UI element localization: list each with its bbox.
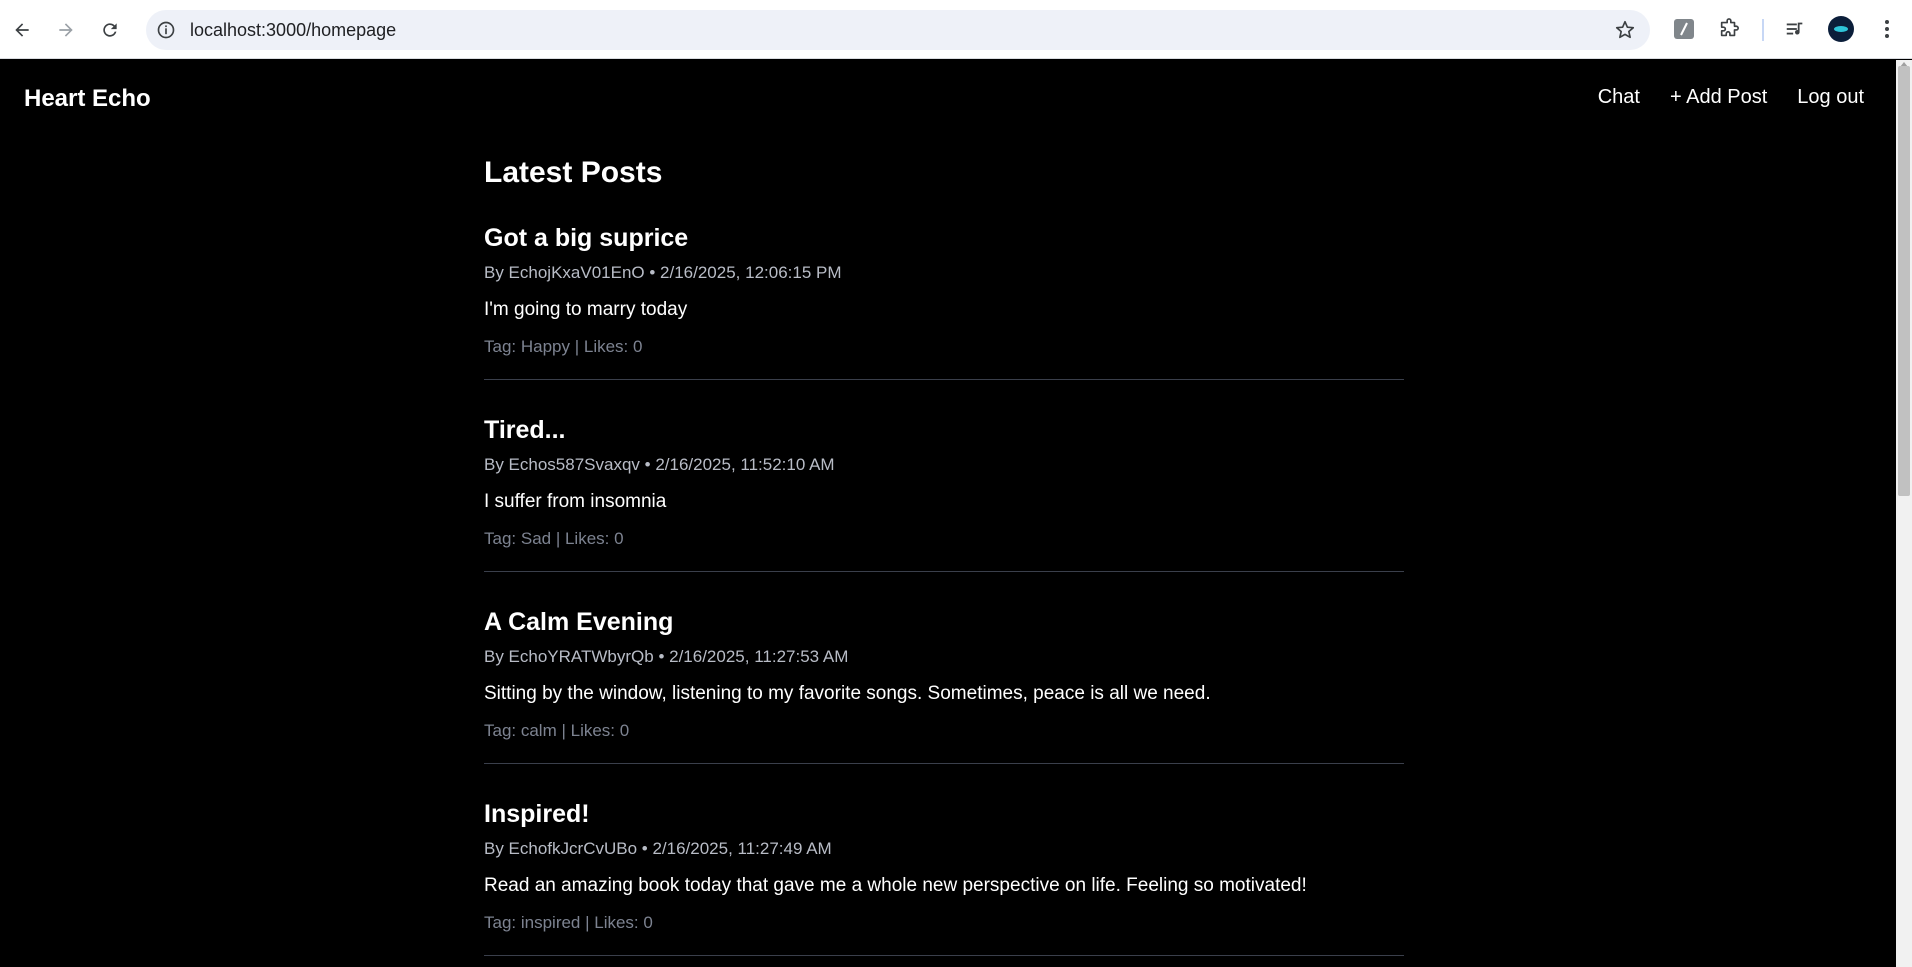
extension-app-icon[interactable] [1671, 16, 1697, 42]
reload-icon [103, 23, 117, 37]
browser-toolbar: localhost:3000/homepage [0, 0, 1912, 59]
reload-button[interactable] [94, 14, 126, 46]
media-controls-button[interactable] [1782, 16, 1808, 42]
post-meta: By EchofkJcrCvUBo • 2/16/2025, 11:27:49 … [484, 839, 832, 858]
arrow-right-icon [59, 23, 73, 37]
post-card: A Calm Evening By EchoYRATWbyrQb • 2/16/… [484, 608, 1404, 764]
posts-feed: Latest Posts Got a big suprice By EchojK… [484, 156, 1404, 967]
nav-add-post-link[interactable]: + Add Post [1670, 86, 1767, 109]
site-header: Heart Echo Chat + Add Post Log out [0, 60, 1896, 138]
post-title: Got a big suprice [484, 224, 689, 252]
post-title: A Calm Evening [484, 608, 674, 636]
kebab-menu-icon [1885, 20, 1889, 38]
post-card: Got a big suprice By EchojKxaV01EnO • 2/… [484, 224, 1404, 380]
site-info-icon[interactable] [156, 20, 176, 40]
back-button[interactable] [6, 14, 38, 46]
post-tag-likes: Tag: Sad | Likes: 0 [484, 529, 624, 548]
site-brand[interactable]: Heart Echo [24, 85, 151, 113]
forward-button[interactable] [50, 14, 82, 46]
post-tag-likes: Tag: inspired | Likes: 0 [484, 913, 653, 932]
scrollbar-thumb[interactable] [1898, 66, 1910, 496]
post-title: Inspired! [484, 800, 590, 828]
post-body: Sitting by the window, listening to my f… [484, 683, 1211, 704]
playlist-icon [1786, 22, 1803, 35]
url-text: localhost:3000/homepage [190, 20, 397, 40]
toolbar-divider [1762, 19, 1764, 41]
nav-chat-link[interactable]: Chat [1598, 86, 1640, 109]
puzzle-icon [1720, 18, 1739, 37]
slash-box-icon [1674, 19, 1694, 39]
post-body: Read an amazing book today that gave me … [484, 875, 1307, 896]
post-meta: By EchoYRATWbyrQb • 2/16/2025, 11:27:53 … [484, 647, 849, 666]
post-title: Tired... [484, 416, 566, 444]
page-scrollbar[interactable] [1896, 60, 1912, 967]
post-meta: By EchojKxaV01EnO • 2/16/2025, 12:06:15 … [484, 263, 842, 282]
post-tag-likes: Tag: calm | Likes: 0 [484, 721, 630, 740]
post-tag-likes: Tag: Happy | Likes: 0 [484, 337, 643, 356]
post-card: Inspired! By EchofkJcrCvUBo • 2/16/2025,… [484, 800, 1404, 956]
nav-logout-link[interactable]: Log out [1797, 86, 1864, 109]
arrow-left-icon [15, 23, 29, 37]
page-title: Latest Posts [484, 156, 663, 189]
post-card: Tired... By Echos587Svaxqv • 2/16/2025, … [484, 416, 1404, 572]
address-bar[interactable]: localhost:3000/homepage [146, 10, 1650, 50]
extensions-button[interactable] [1716, 16, 1742, 42]
site-nav: Chat + Add Post Log out [1598, 86, 1864, 109]
bookmark-star-icon[interactable] [1614, 19, 1636, 41]
profile-avatar[interactable] [1828, 16, 1854, 42]
post-body: I'm going to marry today [484, 299, 688, 320]
post-body: I suffer from insomnia [484, 491, 667, 512]
browser-menu-button[interactable] [1874, 16, 1900, 42]
page-viewport: Heart Echo Chat + Add Post Log out Lates… [0, 60, 1896, 967]
post-meta: By Echos587Svaxqv • 2/16/2025, 11:52:10 … [484, 455, 835, 474]
